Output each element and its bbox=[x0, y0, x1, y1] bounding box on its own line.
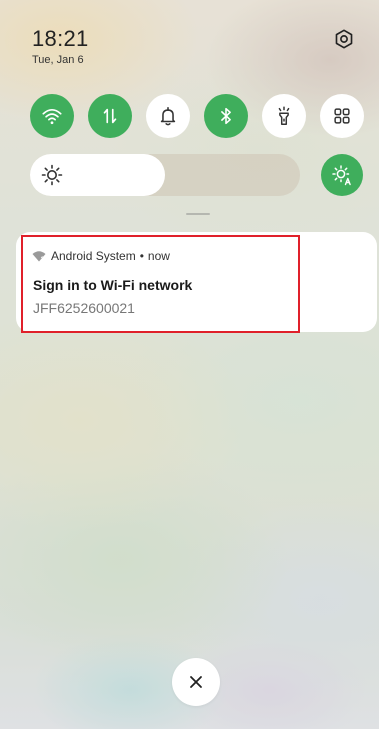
grid-icon bbox=[334, 108, 350, 124]
panel-drag-handle[interactable] bbox=[186, 213, 210, 215]
notification-header: ? Android System • now bbox=[32, 249, 170, 263]
notification-time: now bbox=[147, 249, 170, 263]
flashlight-icon bbox=[278, 106, 290, 125]
notification-separator: • bbox=[139, 249, 144, 263]
brightness-slider-fill[interactable] bbox=[30, 154, 165, 196]
notification-app-name: Android System bbox=[51, 249, 136, 263]
bluetooth-icon bbox=[221, 107, 231, 125]
notification-shade: 18:21 Tue, Jan 6 ? Android System • now … bbox=[0, 0, 379, 729]
auto-brightness-button[interactable] bbox=[321, 154, 363, 196]
wifi-tile[interactable] bbox=[30, 94, 74, 138]
bell-icon bbox=[160, 106, 176, 126]
clock[interactable]: 18:21 bbox=[32, 26, 89, 52]
svg-text:?: ? bbox=[41, 256, 45, 262]
edit-tiles-tile[interactable] bbox=[320, 94, 364, 138]
wifi-question-icon: ? bbox=[32, 251, 46, 262]
status-header: 18:21 Tue, Jan 6 bbox=[32, 26, 89, 66]
date: Tue, Jan 6 bbox=[32, 54, 84, 66]
sun-icon bbox=[41, 164, 63, 186]
sound-tile[interactable] bbox=[146, 94, 190, 138]
brightness-slider[interactable] bbox=[30, 154, 300, 196]
wifi-signin-notification[interactable]: ? Android System • now Sign in to Wi-Fi … bbox=[16, 232, 377, 332]
close-icon bbox=[190, 676, 202, 688]
app-icon: ? bbox=[32, 250, 46, 262]
mobile-data-icon bbox=[103, 108, 117, 124]
gear-icon bbox=[335, 29, 353, 49]
notification-title: Sign in to Wi-Fi network bbox=[33, 277, 193, 293]
quick-settings-tiles bbox=[30, 94, 364, 138]
wifi-icon bbox=[42, 108, 62, 125]
clear-all-button[interactable] bbox=[172, 658, 220, 706]
settings-button[interactable] bbox=[331, 26, 357, 52]
notification-body: JFF6252600021 bbox=[33, 300, 135, 316]
mobile-data-tile[interactable] bbox=[88, 94, 132, 138]
bluetooth-tile[interactable] bbox=[204, 94, 248, 138]
flashlight-tile[interactable] bbox=[262, 94, 306, 138]
auto-brightness-icon bbox=[332, 165, 351, 186]
